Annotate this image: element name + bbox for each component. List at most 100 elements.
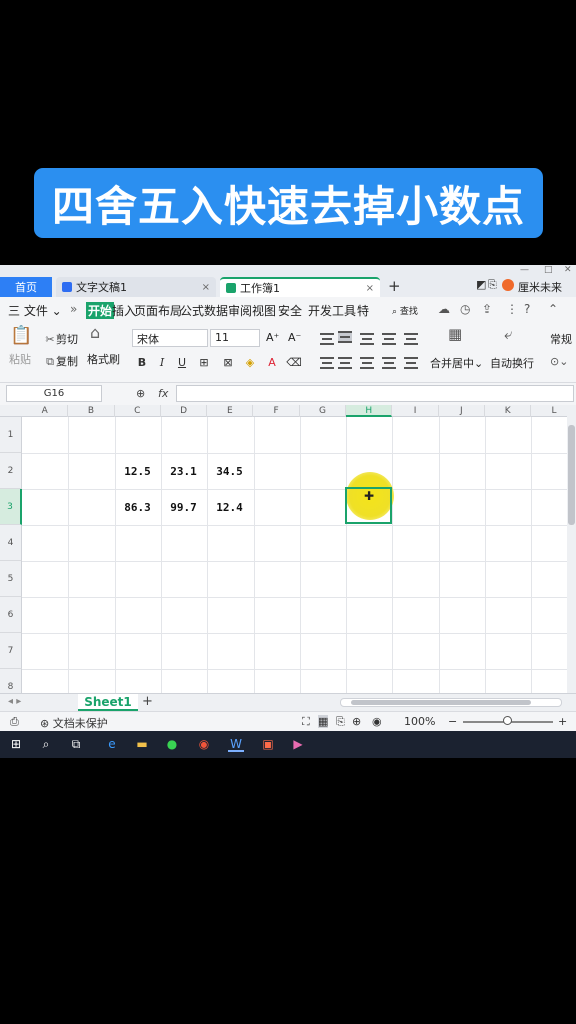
align-left-icon[interactable] [320,357,334,369]
file-menu[interactable]: 三 文件 ⌄ [8,302,62,319]
media-app-icon[interactable]: ▶ [290,736,306,752]
column-header-i[interactable]: I [392,405,439,417]
copy-button[interactable]: ⧉ 复制 [44,353,78,369]
row-header-2[interactable]: 2 [0,453,22,489]
clear-format-icon[interactable]: ⌫ [286,355,302,371]
close-tab-icon[interactable]: × [202,282,210,293]
zoom-out-button[interactable]: − [448,715,457,728]
menu-special[interactable]: 特 [357,302,369,319]
minimize-icon[interactable]: — [520,265,529,275]
close-window-icon[interactable]: ✕ [564,265,572,275]
align-right-icon[interactable] [360,357,374,369]
format-painter-button[interactable]: 格式刷 [87,351,120,367]
border-icon[interactable]: ⊞ [196,355,212,371]
user-name[interactable]: 厘米未来 [518,279,562,295]
help-icon[interactable]: ? [524,302,530,316]
wps-office-icon[interactable]: W [228,736,244,752]
zoom-slider-knob[interactable] [503,716,512,725]
file-explorer-icon[interactable]: ▬ [134,736,150,752]
zoom-in-button[interactable]: + [558,715,567,728]
menu-insert[interactable]: 插入 [112,302,136,319]
column-header-b[interactable]: B [68,405,115,417]
column-header-h[interactable]: H [346,405,393,417]
zoom-formula-icon[interactable]: ⊕ [136,387,145,400]
merge-cells-icon[interactable]: ▦ [448,325,462,343]
font-color-icon[interactable]: A [264,355,280,371]
collapse-ribbon-icon[interactable]: ⌃ [548,302,558,316]
sheet-tab-sheet1[interactable]: Sheet1 [78,694,138,711]
reading-mode-icon[interactable]: ⊕ [352,715,361,728]
zoom-level[interactable]: 100% [404,715,435,728]
horizontal-scroll-thumb[interactable] [351,700,531,705]
edge-browser-icon[interactable]: e [104,736,120,752]
currency-icon[interactable]: ⊙⌄ [550,355,568,368]
row-header-6[interactable]: 6 [0,597,22,633]
more-options-icon[interactable]: ⋮ [506,302,518,316]
horizontal-scrollbar[interactable] [340,698,562,707]
tab-workbook[interactable]: 工作簿1 × [220,277,380,297]
distributed-icon[interactable] [404,357,418,369]
tab-home[interactable]: 首页 [0,277,52,297]
fx-icon[interactable]: fx [158,387,168,400]
indent-right-icon[interactable] [404,333,418,345]
paste-button[interactable]: 粘贴 [9,351,31,367]
menu-formula[interactable]: 公式 [180,302,204,319]
grow-font-button[interactable]: A⁺ [266,331,279,344]
align-middle-icon[interactable] [338,331,352,343]
search-button[interactable]: ⌕ 查找 [392,304,418,317]
column-header-e[interactable]: E [207,405,254,417]
paste-icon[interactable]: 📋 [10,325,32,346]
tab-document[interactable]: 文字文稿1 × [56,277,216,297]
merge-center-button[interactable]: 合并居中⌄ [430,355,483,371]
vertical-scrollbar[interactable] [567,405,576,693]
menu-view[interactable]: 视图 [252,302,276,319]
restore-icon[interactable]: □ [544,265,553,275]
share-icon[interactable]: ⇪ [482,302,492,316]
cell-e2[interactable]: 34.5 [207,465,252,478]
search-icon[interactable]: ⌕ [38,736,54,752]
sheet-nav-icon[interactable]: ◂ ▸ [8,696,21,707]
menu-home[interactable]: 开始 [86,302,115,319]
align-center-icon[interactable] [338,357,352,369]
row-header-5[interactable]: 5 [0,561,22,597]
cell-style-icon[interactable]: ⊠ [220,355,236,371]
menu-data[interactable]: 数据 [204,302,228,319]
presentation-app-icon[interactable]: ▣ [260,736,276,752]
page-view-icon[interactable]: ▦ [318,715,329,728]
cell-c3[interactable]: 86.3 [115,501,160,514]
row-header-1[interactable]: 1 [0,417,22,453]
protect-status[interactable]: ⊛ 文档未保护 [40,715,108,731]
indent-left-icon[interactable] [382,333,396,345]
worksheet-grid[interactable]: ABCDEFGHIJKL 12.5 23.1 34.5 86.3 99.7 12… [0,405,576,693]
normal-view-icon[interactable]: ⛶ [302,715,310,729]
history-icon[interactable]: ◷ [460,302,470,316]
cloud-sync-icon[interactable]: ☁ [438,302,450,316]
new-tab-button[interactable]: + [388,277,401,295]
cell-d2[interactable]: 23.1 [161,465,206,478]
align-bottom-icon[interactable] [360,333,374,345]
menu-page-layout[interactable]: 页面布局 [134,302,182,319]
windows-start-icon[interactable]: ⊞ [8,736,24,752]
bold-button[interactable]: B [134,355,150,371]
format-painter-icon[interactable]: ⌂ [90,323,100,342]
shrink-font-button[interactable]: A⁻ [288,331,301,344]
row-header-7[interactable]: 7 [0,633,22,669]
column-header-d[interactable]: D [161,405,208,417]
chrome-icon[interactable]: ◉ [196,736,212,752]
row-header-3[interactable]: 3 [0,489,22,525]
formula-input[interactable] [176,385,574,402]
page-break-icon[interactable]: ⎘ [336,715,345,729]
eye-protect-icon[interactable]: ◉ [372,715,382,728]
column-header-c[interactable]: C [115,405,161,417]
column-header-j[interactable]: J [439,405,485,417]
menu-developer[interactable]: 开发工具 [308,302,356,319]
row-header-8[interactable]: 8 [0,669,22,693]
italic-button[interactable]: I [154,355,170,371]
add-sheet-button[interactable]: + [142,694,153,709]
wechat-icon[interactable]: ● [164,736,180,752]
column-header-g[interactable]: G [300,405,347,417]
font-name-select[interactable]: 宋体 [132,329,208,347]
cell-d3[interactable]: 99.7 [161,501,206,514]
font-size-select[interactable]: 11 [210,329,260,347]
menu-review[interactable]: 审阅 [228,302,252,319]
